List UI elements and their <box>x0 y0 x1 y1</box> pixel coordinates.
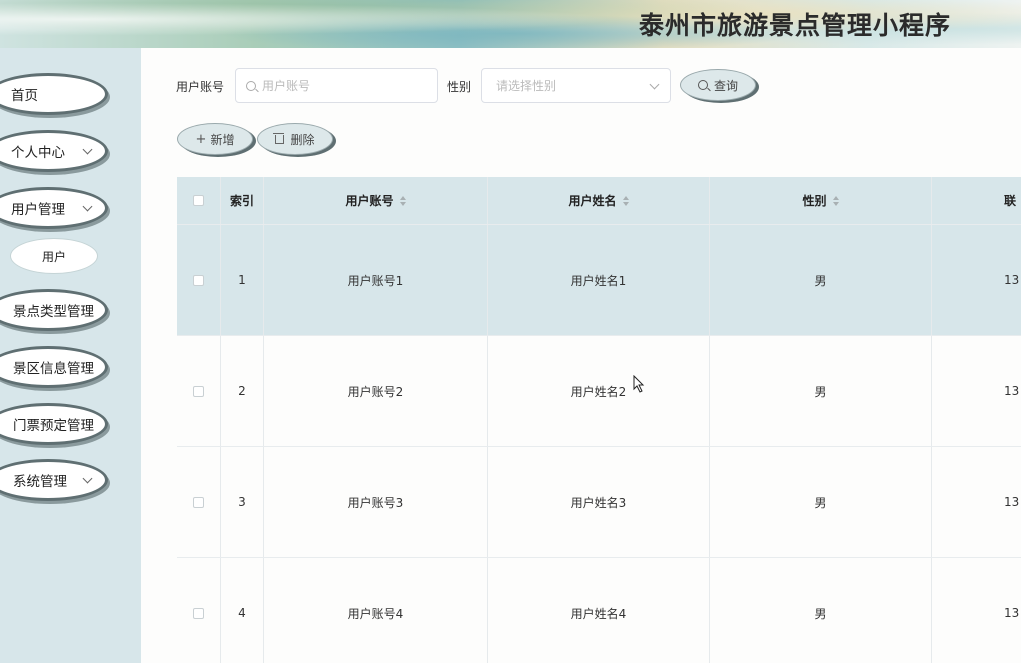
account-filter-label: 用户账号 <box>176 80 225 94</box>
phone-cell: 13 <box>1004 384 1020 398</box>
sidebar-item-home[interactable]: 首页 <box>0 73 108 115</box>
chevron-down-icon <box>649 79 660 90</box>
header-checkbox-cell <box>177 177 221 224</box>
sort-icon[interactable] <box>622 195 629 206</box>
gender-cell: 男 <box>710 225 932 335</box>
table-row[interactable]: 4 用户账号4 用户姓名4 男 13 <box>177 558 1021 663</box>
sort-icon[interactable] <box>832 195 839 206</box>
name-cell: 用户姓名3 <box>488 447 710 557</box>
row-checkbox-cell <box>177 447 221 557</box>
phone-cell: 13 <box>1004 606 1020 620</box>
chevron-down-icon <box>82 201 93 212</box>
gender-select[interactable]: 请选择性别 <box>481 68 671 103</box>
column-header-gender[interactable]: 性别 <box>710 177 932 224</box>
column-header-account[interactable]: 用户账号 <box>264 177 488 224</box>
row-checkbox-cell <box>177 336 221 446</box>
name-cell: 用户姓名1 <box>488 225 710 335</box>
gender-cell: 男 <box>710 447 932 557</box>
gender-select-placeholder: 请选择性别 <box>496 79 557 93</box>
sidebar-item-label: 系统管理 <box>13 474 67 490</box>
account-cell: 用户账号3 <box>264 447 488 557</box>
table-row[interactable]: 1 用户账号1 用户姓名1 男 13 <box>177 225 1021 336</box>
mouse-cursor-icon <box>633 375 645 393</box>
sidebar-item-label: 用户管理 <box>11 202 65 218</box>
index-cell: 4 <box>221 558 264 663</box>
row-checkbox[interactable] <box>193 607 204 619</box>
sidebar-item-label: 门票预定管理 <box>13 418 94 434</box>
gender-cell: 男 <box>710 336 932 446</box>
delete-button[interactable]: 删除 <box>257 123 333 155</box>
delete-button-label: 删除 <box>290 132 315 147</box>
column-header-label: 联 <box>1004 194 1017 208</box>
sidebar-subitem-label: 用户 <box>41 249 66 264</box>
user-table: 索引 用户账号 用户姓名 性别 联 1 用户账号1 用户姓名1 男 13 2 用… <box>177 177 1021 663</box>
plus-icon: + <box>195 131 207 147</box>
gender-cell: 男 <box>710 558 932 663</box>
row-checkbox-cell <box>177 225 221 335</box>
phone-cell: 13 <box>1004 495 1020 509</box>
search-icon <box>697 80 708 90</box>
chevron-down-icon <box>82 144 93 155</box>
sidebar-item-profile[interactable]: 个人中心 <box>0 130 108 172</box>
add-button-label: 新增 <box>210 132 235 147</box>
main-content: 用户账号 用户账号 性别 请选择性别 查询 + 新增 删除 索引 用户账号 用户… <box>141 48 1021 663</box>
column-header-index: 索引 <box>221 177 264 224</box>
table-header-row: 索引 用户账号 用户姓名 性别 联 <box>177 177 1021 225</box>
index-cell: 1 <box>221 225 264 335</box>
sidebar-item-label: 个人中心 <box>11 145 65 161</box>
query-button[interactable]: 查询 <box>680 69 756 101</box>
table-row[interactable]: 2 用户账号2 用户姓名2 男 13 <box>177 336 1021 447</box>
table-row[interactable]: 3 用户账号3 用户姓名3 男 13 <box>177 447 1021 558</box>
row-checkbox[interactable] <box>193 274 204 286</box>
select-all-checkbox[interactable] <box>193 195 204 206</box>
account-search-placeholder: 用户账号 <box>262 79 311 93</box>
account-cell: 用户账号2 <box>264 336 488 446</box>
account-search-input[interactable]: 用户账号 <box>235 68 438 103</box>
chevron-down-icon <box>82 473 93 484</box>
column-header-label: 性别 <box>802 194 827 208</box>
search-icon <box>246 80 256 91</box>
row-checkbox[interactable] <box>193 385 204 397</box>
index-cell: 3 <box>221 447 264 557</box>
sidebar: 首页 个人中心 用户管理 用户 景点类型管理 景区信息管理 门票预定管理 系统管… <box>0 48 141 663</box>
header-banner: 泰州市旅游景点管理小程序 <box>0 0 1021 48</box>
name-cell: 用户姓名2 <box>488 336 710 446</box>
sidebar-item-system-management[interactable]: 系统管理 <box>0 459 108 501</box>
column-header-name[interactable]: 用户姓名 <box>488 177 710 224</box>
sidebar-item-label: 景区信息管理 <box>13 361 94 377</box>
account-cell: 用户账号4 <box>264 558 488 663</box>
sidebar-item-label: 首页 <box>11 88 38 104</box>
sidebar-item-scenic-type-management[interactable]: 景点类型管理 <box>0 289 108 331</box>
app-title: 泰州市旅游景点管理小程序 <box>638 11 951 40</box>
trash-icon <box>273 132 285 144</box>
column-header-phone: 联 <box>932 177 1021 224</box>
phone-cell: 13 <box>1004 273 1020 287</box>
row-checkbox-cell <box>177 558 221 663</box>
add-button[interactable]: + 新增 <box>177 123 253 155</box>
column-header-label: 索引 <box>229 194 254 208</box>
sort-icon[interactable] <box>399 195 406 206</box>
gender-filter-label: 性别 <box>447 80 472 94</box>
sidebar-item-ticket-booking[interactable]: 门票预定管理 <box>0 403 108 445</box>
row-checkbox[interactable] <box>193 496 204 508</box>
index-cell: 2 <box>221 336 264 446</box>
sidebar-item-scenic-area-info[interactable]: 景区信息管理 <box>0 346 108 388</box>
column-header-label: 用户姓名 <box>568 194 617 208</box>
sidebar-item-user-management[interactable]: 用户管理 <box>0 187 108 229</box>
column-header-label: 用户账号 <box>345 194 394 208</box>
sidebar-item-label: 景点类型管理 <box>13 304 94 320</box>
query-button-label: 查询 <box>713 78 738 93</box>
account-cell: 用户账号1 <box>264 225 488 335</box>
name-cell: 用户姓名4 <box>488 558 710 663</box>
sidebar-subitem-users[interactable]: 用户 <box>10 238 98 274</box>
